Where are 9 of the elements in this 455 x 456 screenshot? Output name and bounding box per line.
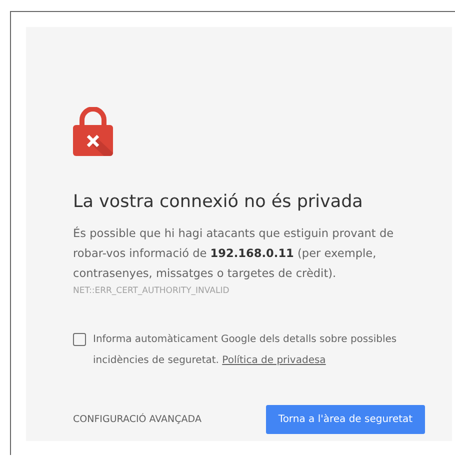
- error-code: NET::ERR_CERT_AUTHORITY_INVALID: [73, 286, 230, 296]
- privacy-policy-link[interactable]: Política de privadesa: [222, 355, 326, 366]
- warning-message: És possible que hi hagi atacants que estiguin provant de robar-vos informació de 192.168.0.11 (per exemple, contrasenyes, missatges o targetes de crèdit).: [73, 226, 395, 282]
- advanced-button[interactable]: CONFIGURACIÓ AVANÇADA: [73, 414, 202, 425]
- report-consent-text: Informa automàticament Google dels detalls sobre possibles incidències de seguretat. Política de privadesa: [93, 333, 398, 368]
- checkbox[interactable]: [73, 333, 86, 346]
- page-title: La vostra connexió no és privada: [73, 192, 364, 212]
- broken-lock-icon: [73, 107, 113, 156]
- back-to-safety-button[interactable]: Torna a l'àrea de seguretat: [266, 405, 425, 434]
